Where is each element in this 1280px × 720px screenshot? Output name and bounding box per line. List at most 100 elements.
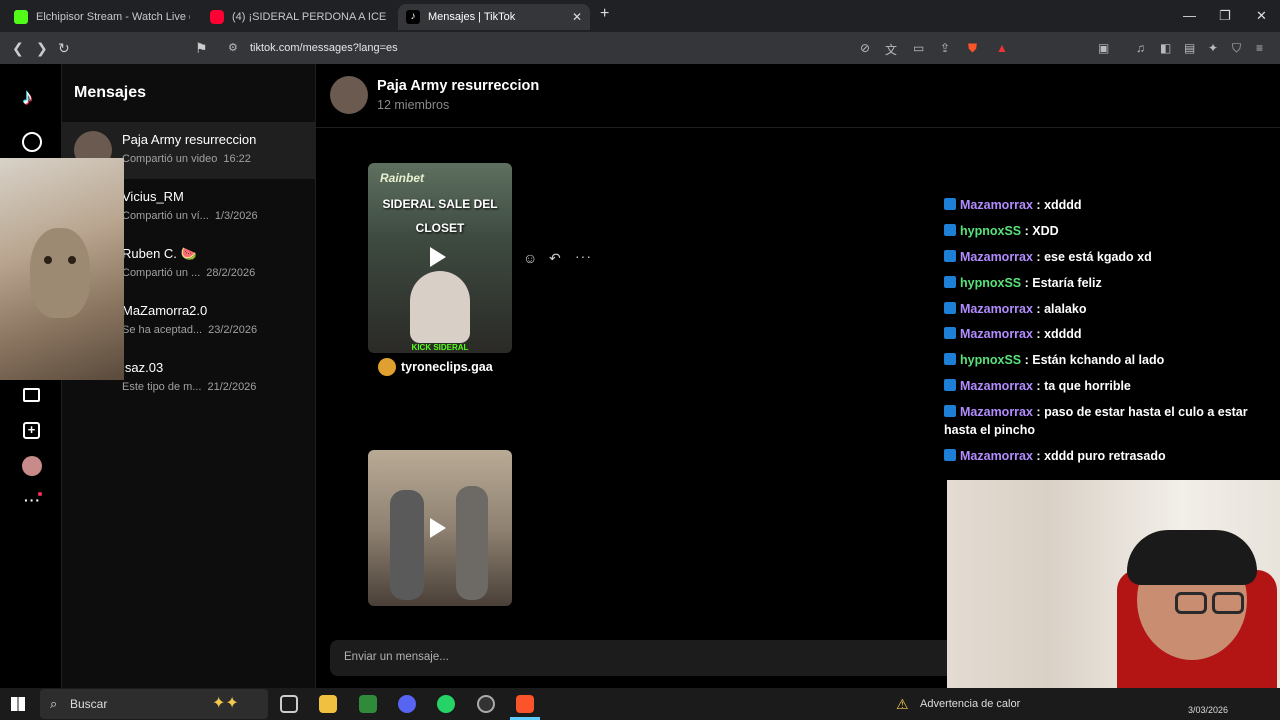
- reply-icon[interactable]: ↶: [549, 250, 561, 267]
- chat-message: Mazamorrax : xdddd: [944, 325, 1280, 343]
- forward-icon[interactable]: ❯: [36, 40, 48, 57]
- chat-badge-icon: [944, 275, 956, 288]
- video-person: [410, 271, 470, 343]
- chat-text: xdddd: [1044, 327, 1082, 342]
- member-count[interactable]: 12 miembros: [377, 98, 449, 112]
- conversation-name: Ruben C. 🍉: [122, 246, 197, 261]
- play-icon[interactable]: [430, 518, 446, 538]
- chat-username: Mazamorrax: [960, 249, 1033, 264]
- vpn-icon[interactable]: ⛉: [1232, 41, 1241, 56]
- windows-taskbar: ⌕ Buscar ✦✦ ⚠ Advertencia de calor 3/03/…: [0, 688, 1280, 720]
- tiktok-logo-icon[interactable]: ♪: [22, 84, 33, 110]
- chat-username: Mazamorrax: [960, 449, 1033, 464]
- cast-icon[interactable]: ▭: [913, 41, 924, 55]
- tab-title: Elchipisor Stream - Watch Live on Kic: [36, 11, 190, 23]
- conversation-preview: Compartió un video 16:22: [122, 153, 251, 165]
- upload-icon[interactable]: +: [23, 422, 40, 439]
- new-tab-button[interactable]: +: [600, 5, 609, 23]
- webcam-overlay-image: [947, 480, 1280, 706]
- inbox-icon[interactable]: [23, 388, 40, 402]
- translate-icon[interactable]: 文: [885, 41, 897, 58]
- video-brand-text: Rainbet: [380, 171, 425, 185]
- shared-video-card[interactable]: Rainbet SIDERAL SALE DEL CLOSET KICK SID…: [368, 163, 512, 353]
- glasses: [1212, 592, 1244, 614]
- chat-username: Mazamorrax: [960, 198, 1033, 212]
- chat-text: XDD: [1032, 223, 1059, 238]
- discord-icon[interactable]: [398, 695, 416, 713]
- back-icon[interactable]: ❮: [12, 40, 24, 57]
- file-explorer-icon[interactable]: [319, 695, 337, 713]
- tab-kick[interactable]: Elchipisor Stream - Watch Live on Kic: [6, 4, 198, 30]
- chat-username: hypnoxSS: [960, 353, 1022, 368]
- video-person: [456, 486, 488, 600]
- message-input[interactable]: Enviar un mensaje...: [330, 640, 960, 676]
- url-text: tiktok.com/messages?lang=es: [250, 42, 398, 54]
- leo-icon[interactable]: ✦: [1208, 41, 1218, 55]
- menu-icon[interactable]: ≡: [1256, 41, 1263, 55]
- whatsapp-icon[interactable]: [437, 695, 455, 713]
- brave-icon[interactable]: [516, 695, 534, 713]
- site-info-icon[interactable]: ⚙: [228, 36, 238, 60]
- translate-off-icon[interactable]: ⊘: [860, 41, 870, 55]
- chat-username: hypnoxSS: [960, 223, 1022, 238]
- chat-text: Estaría feliz: [1032, 275, 1102, 290]
- obs-icon[interactable]: [477, 695, 495, 713]
- reload-icon[interactable]: ↻: [58, 40, 70, 57]
- minimize-icon[interactable]: —: [1183, 8, 1196, 23]
- author-avatar: [378, 358, 396, 376]
- sidebar-toggle-icon[interactable]: ◧: [1160, 41, 1171, 55]
- profile-avatar-icon[interactable]: [22, 456, 42, 476]
- chat-text: ta que horrible: [1044, 379, 1131, 394]
- messages-title: Mensajes: [74, 84, 147, 101]
- share-icon[interactable]: ⇪: [940, 41, 950, 55]
- brave-shield-icon[interactable]: ⛊: [968, 41, 977, 56]
- group-avatar[interactable]: [330, 76, 368, 114]
- reader-icon[interactable]: ▣: [1098, 41, 1109, 55]
- chat-message: Mazamorrax : ta que horrible: [944, 377, 1280, 395]
- conversation-name: Vicius_RM: [122, 189, 184, 204]
- weather-text[interactable]: Advertencia de calor: [920, 698, 1020, 710]
- video-caption: CLOSET: [415, 221, 465, 235]
- wallet-icon[interactable]: ▤: [1184, 41, 1195, 55]
- tab-youtube[interactable]: (4) ¡SIDERAL PERDONA A ICE POSEID: [202, 4, 394, 30]
- close-window-icon[interactable]: ✕: [1256, 8, 1267, 24]
- conversation-name: Paja Army resurreccion: [122, 132, 257, 147]
- react-emoji-icon[interactable]: ☺: [523, 250, 537, 266]
- taskbar-date[interactable]: 3/03/2026: [1188, 705, 1228, 715]
- task-view-icon[interactable]: [280, 695, 298, 713]
- chat-username: Mazamorrax: [960, 379, 1033, 394]
- search-icon[interactable]: [22, 132, 42, 152]
- cat-eye: [68, 256, 76, 264]
- chat-message: Mazamorrax : ese está kgado xd: [944, 248, 1280, 266]
- streamer-hair: [1127, 530, 1257, 585]
- chat-message: Mazamorrax : alalako: [944, 300, 1280, 318]
- stream-chat-overlay: Mazamorrax : xdddd hypnoxSS : XDD Mazamorr…: [944, 196, 1280, 473]
- conversation-title[interactable]: Paja Army resurreccion: [377, 78, 539, 94]
- chat-message: Mazamorrax : xdddd: [944, 196, 1280, 214]
- taskbar-search[interactable]: ⌕ Buscar ✦✦: [40, 689, 268, 719]
- windows-start-icon[interactable]: [11, 697, 25, 711]
- chat-badge-icon: [944, 223, 956, 236]
- shared-video-card[interactable]: [368, 450, 512, 606]
- close-tab-icon[interactable]: ✕: [572, 10, 582, 24]
- url-field[interactable]: ⚙ tiktok.com/messages?lang=es: [222, 36, 1022, 60]
- address-bar-row: ❮ ❯ ↻ ⚑ ⚙ tiktok.com/messages?lang=es ⊘ …: [0, 32, 1280, 64]
- tab-tiktok[interactable]: ♪ Mensajes | TikTok ✕: [398, 4, 590, 30]
- bookmark-icon[interactable]: ⚑: [195, 40, 208, 57]
- chat-message: Mazamorrax : paso de estar hasta el culo…: [944, 405, 1248, 438]
- conversation-preview: Compartió un ... 28/2/2026: [122, 267, 256, 279]
- kick-icon: [14, 10, 28, 24]
- maximize-icon[interactable]: ❐: [1219, 8, 1231, 24]
- brave-rewards-icon[interactable]: ▲: [996, 41, 1008, 55]
- conversation-header: Paja Army resurreccion 12 miembros: [316, 64, 1280, 128]
- play-icon[interactable]: [430, 247, 446, 267]
- chat-text: Están kchando al lado: [1032, 353, 1165, 368]
- media-icon[interactable]: ♫: [1136, 41, 1145, 55]
- more-options-icon[interactable]: ···: [575, 248, 592, 264]
- warning-icon[interactable]: ⚠: [896, 696, 909, 713]
- minecraft-icon[interactable]: [359, 695, 377, 713]
- browser-tab-bar: Elchipisor Stream - Watch Live on Kic (4…: [0, 0, 1280, 32]
- video-author[interactable]: tyroneclips.gaa: [401, 360, 493, 374]
- notification-dot: [38, 492, 42, 496]
- conversation-preview: Compartió un ví... 1/3/2026: [122, 210, 258, 222]
